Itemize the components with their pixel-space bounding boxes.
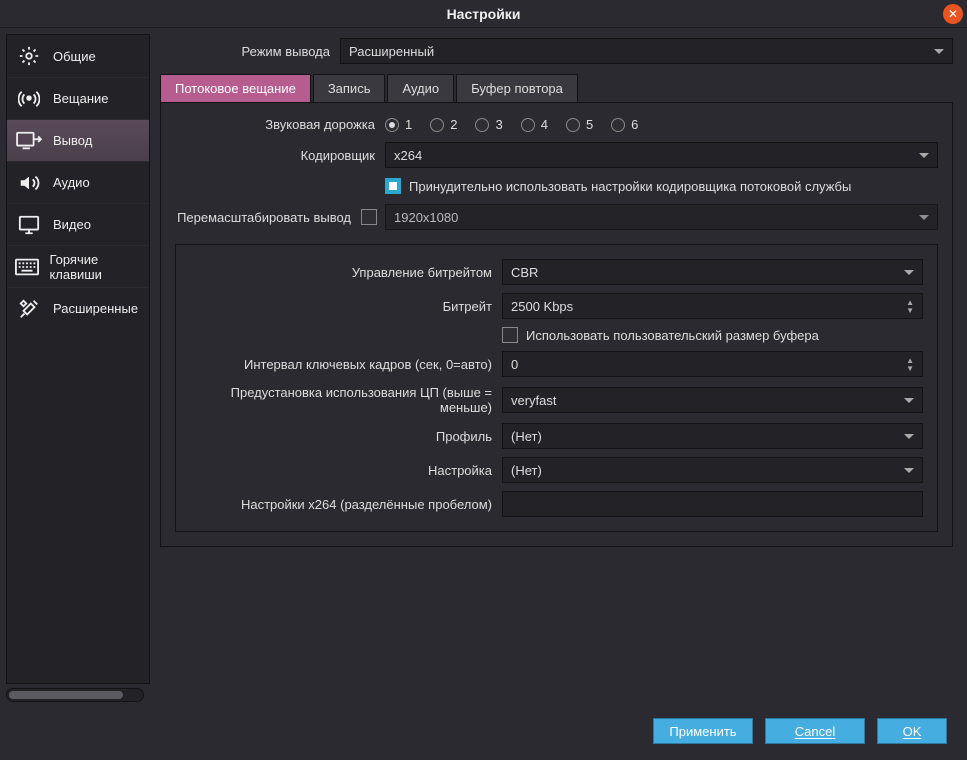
audio-track-2[interactable]: 2: [430, 117, 457, 132]
monitor-icon: [15, 211, 43, 239]
tune-select[interactable]: (Нет): [502, 457, 923, 483]
output-mode-label: Режим вывода: [160, 44, 340, 59]
chevron-down-icon: [919, 153, 929, 158]
encoder-settings-panel: Управление битрейтом CBR Битрейт 2500 Kb…: [175, 244, 938, 532]
apply-button[interactable]: Применить: [653, 718, 753, 744]
keyboard-icon: [15, 253, 39, 281]
chevron-down-icon: [904, 398, 914, 403]
chevron-down-icon: [904, 434, 914, 439]
sidebar-item-audio[interactable]: Аудио: [7, 161, 149, 203]
rate-control-select[interactable]: CBR: [502, 259, 923, 285]
encoder-value: x264: [394, 148, 422, 163]
titlebar: Настройки ✕: [0, 0, 967, 28]
audio-track-4[interactable]: 4: [521, 117, 548, 132]
audio-track-radios: 1 2 3 4 5 6: [385, 117, 938, 132]
tab-streaming[interactable]: Потоковое вещание: [160, 74, 311, 102]
chevron-down-icon: [904, 468, 914, 473]
main-panel: Режим вывода Расширенный Потоковое вещан…: [150, 28, 967, 708]
dialog-footer: Применить Cancel OK: [0, 708, 967, 754]
tab-audio[interactable]: Аудио: [387, 74, 454, 102]
preset-select[interactable]: veryfast: [502, 387, 923, 413]
profile-label: Профиль: [190, 429, 502, 444]
sidebar-item-general[interactable]: Общие: [7, 35, 149, 77]
keyint-input[interactable]: 0 ▲▼: [502, 351, 923, 377]
rescale-label: Перемасштабировать вывод: [175, 210, 361, 225]
chevron-down-icon: [934, 49, 944, 54]
sidebar-item-label: Вывод: [53, 133, 92, 148]
speaker-icon: [15, 169, 43, 197]
spin-up-icon[interactable]: ▲: [906, 299, 914, 306]
rescale-checkbox[interactable]: [361, 209, 377, 225]
enforce-encoder-label: Принудительно использовать настройки код…: [409, 179, 851, 194]
bitrate-label: Битрейт: [190, 299, 502, 314]
sidebar-scrollbar[interactable]: [6, 688, 144, 702]
output-mode-select[interactable]: Расширенный: [340, 38, 953, 64]
encoder-label: Кодировщик: [175, 148, 385, 163]
tab-replay-buffer[interactable]: Буфер повтора: [456, 74, 578, 102]
keyint-label: Интервал ключевых кадров (сек, 0=авто): [190, 357, 502, 372]
custom-buffer-checkbox[interactable]: [502, 327, 518, 343]
audio-track-3[interactable]: 3: [475, 117, 502, 132]
sidebar-item-label: Аудио: [53, 175, 90, 190]
sidebar-item-label: Горячие клавиши: [49, 252, 141, 282]
tools-icon: [15, 295, 43, 323]
chevron-down-icon: [919, 215, 929, 220]
sidebar-item-video[interactable]: Видео: [7, 203, 149, 245]
rescale-value: 1920x1080: [394, 210, 458, 225]
audio-track-5[interactable]: 5: [566, 117, 593, 132]
sidebar-item-label: Видео: [53, 217, 91, 232]
audio-track-label: Звуковая дорожка: [175, 117, 385, 132]
audio-track-6[interactable]: 6: [611, 117, 638, 132]
profile-select[interactable]: (Нет): [502, 423, 923, 449]
rescale-select[interactable]: 1920x1080: [385, 204, 938, 230]
ok-button[interactable]: OK: [877, 718, 947, 744]
tune-label: Настройка: [190, 463, 502, 478]
sidebar-item-output[interactable]: Вывод: [7, 119, 149, 161]
sidebar-item-label: Расширенные: [53, 301, 138, 316]
encoder-select[interactable]: x264: [385, 142, 938, 168]
output-mode-value: Расширенный: [349, 44, 434, 59]
bitrate-input[interactable]: 2500 Kbps ▲▼: [502, 293, 923, 319]
sidebar-item-stream[interactable]: Вещание: [7, 77, 149, 119]
spin-up-icon[interactable]: ▲: [906, 357, 914, 364]
tab-recording[interactable]: Запись: [313, 74, 386, 102]
close-icon[interactable]: ✕: [943, 4, 963, 24]
preset-label: Предустановка использования ЦП (выше = м…: [190, 385, 502, 415]
spin-down-icon[interactable]: ▼: [906, 307, 914, 314]
gear-icon: [15, 42, 43, 70]
x264opts-label: Настройки x264 (разделённые пробелом): [190, 497, 502, 512]
sidebar: Общие Вещание Вывод Аудио: [0, 28, 150, 708]
sidebar-item-advanced[interactable]: Расширенные: [7, 287, 149, 329]
output-icon: [15, 127, 43, 155]
output-tabs: Потоковое вещание Запись Аудио Буфер пов…: [160, 74, 953, 102]
sidebar-item-label: Общие: [53, 49, 96, 64]
rate-control-label: Управление битрейтом: [190, 265, 502, 280]
audio-track-1[interactable]: 1: [385, 117, 412, 132]
broadcast-icon: [15, 85, 43, 113]
chevron-down-icon: [904, 270, 914, 275]
window-title: Настройки: [447, 6, 521, 22]
sidebar-item-hotkeys[interactable]: Горячие клавиши: [7, 245, 149, 287]
custom-buffer-label: Использовать пользовательский размер буф…: [526, 328, 819, 343]
sidebar-item-label: Вещание: [53, 91, 109, 106]
x264opts-input[interactable]: [502, 491, 923, 517]
cancel-button[interactable]: Cancel: [765, 718, 865, 744]
streaming-panel: Звуковая дорожка 1 2 3 4 5 6 Кодировщик …: [160, 102, 953, 547]
spin-down-icon[interactable]: ▼: [906, 365, 914, 372]
enforce-encoder-checkbox[interactable]: [385, 178, 401, 194]
